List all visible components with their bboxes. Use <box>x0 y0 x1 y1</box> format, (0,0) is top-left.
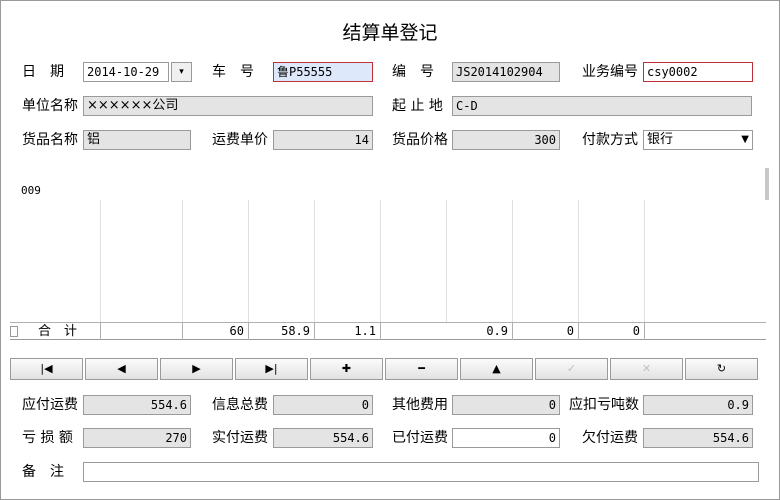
deduct-ton-label: 应扣亏吨数 <box>569 397 639 413</box>
first-record-button[interactable]: |◀ <box>10 358 83 380</box>
add-record-button[interactable]: ✚ <box>310 358 383 380</box>
goods-price-field[interactable]: 300 <box>452 130 560 150</box>
paid-freight-label: 已付运费 <box>392 430 448 446</box>
grid-column-divider <box>100 200 101 322</box>
goods-price-label: 货品价格 <box>392 132 448 148</box>
paid-freight-field[interactable]: 0 <box>452 428 560 448</box>
date-label: 日 期 <box>22 64 64 80</box>
route-label: 起 止 地 <box>392 98 443 114</box>
other-fee-label: 其他费用 <box>392 397 448 413</box>
total-cell: 0 <box>566 324 574 338</box>
chevron-down-icon: ▾ <box>179 67 184 77</box>
refresh-button[interactable]: ↻ <box>685 358 758 380</box>
last-icon: ▶| <box>265 362 278 375</box>
grid-total-row: 合 计 60 58.9 1.1 0.9 0 0 <box>10 322 766 340</box>
total-cell: 60 <box>229 324 244 338</box>
chevron-down-icon: ▼ <box>741 134 749 145</box>
prev-record-button[interactable]: ◀ <box>85 358 158 380</box>
date-field[interactable]: 2014-10-29 <box>83 62 169 82</box>
grid-column-divider <box>512 200 513 322</box>
route-field[interactable]: C-D <box>452 96 752 116</box>
freight-unit-price-label: 运费单价 <box>212 132 268 148</box>
grid-column-divider <box>182 200 183 322</box>
check-icon: ✓ <box>566 362 577 375</box>
loss-amount-field[interactable]: 270 <box>83 428 191 448</box>
grid-column-divider <box>446 200 447 322</box>
car-label: 车 号 <box>212 64 254 80</box>
total-cell: 58.9 <box>281 324 310 338</box>
grid-column-divider <box>644 200 645 322</box>
plus-icon: ✚ <box>341 362 352 375</box>
other-fee-field[interactable]: 0 <box>452 395 560 415</box>
payable-freight-label: 应付运费 <box>22 397 78 413</box>
form-title: 结算单登记 <box>342 22 438 44</box>
business-number-label: 业务编号 <box>582 64 638 80</box>
grid-scrollbar[interactable] <box>765 168 769 200</box>
first-icon: |◀ <box>40 362 53 375</box>
payment-method-label: 付款方式 <box>582 132 638 148</box>
goods-name-label: 货品名称 <box>22 132 78 148</box>
refresh-icon: ↻ <box>716 362 727 375</box>
unit-name-label: 单位名称 <box>22 98 78 114</box>
payment-method-value: 银行 <box>647 132 674 147</box>
grid-column-divider <box>248 200 249 322</box>
loss-amount-label: 亏 损 额 <box>22 430 73 446</box>
total-cell: 0.9 <box>486 324 508 338</box>
cancel-button[interactable]: ✕ <box>610 358 683 380</box>
info-fee-field[interactable]: 0 <box>273 395 373 415</box>
row-selector[interactable] <box>10 326 18 337</box>
grid-column-divider <box>380 200 381 322</box>
confirm-button[interactable]: ✓ <box>535 358 608 380</box>
total-cell: 1.1 <box>354 324 376 338</box>
grid-header-text: 009 <box>21 184 41 197</box>
payable-freight-field[interactable]: 554.6 <box>83 395 191 415</box>
unit-name-field[interactable]: ××××××公司 <box>83 96 373 116</box>
goods-name-field[interactable]: 铝 <box>83 130 191 150</box>
owed-freight-field[interactable]: 554.6 <box>643 428 753 448</box>
owed-freight-label: 欠付运费 <box>582 430 638 446</box>
minus-icon: ━ <box>418 362 425 375</box>
last-record-button[interactable]: ▶| <box>235 358 308 380</box>
edit-record-button[interactable]: ▲ <box>460 358 533 380</box>
next-icon: ▶ <box>192 362 201 375</box>
remark-field[interactable] <box>83 462 759 482</box>
deduct-ton-field[interactable]: 0.9 <box>643 395 753 415</box>
total-label: 合 计 <box>38 324 78 339</box>
up-triangle-icon: ▲ <box>492 362 501 375</box>
date-dropdown-button[interactable]: ▾ <box>171 62 192 82</box>
next-record-button[interactable]: ▶ <box>160 358 233 380</box>
detail-grid[interactable]: 009 合 计 60 58.9 1.1 0.9 0 0 <box>10 172 766 340</box>
business-number-field[interactable]: csy0002 <box>643 62 753 82</box>
remark-label: 备 注 <box>22 464 64 480</box>
cross-icon: ✕ <box>641 362 652 375</box>
prev-icon: ◀ <box>117 362 126 375</box>
delete-record-button[interactable]: ━ <box>385 358 458 380</box>
total-cell: 0 <box>632 324 640 338</box>
code-field[interactable]: JS2014102904 <box>452 62 560 82</box>
info-fee-label: 信息总费 <box>212 397 268 413</box>
freight-unit-price-field[interactable]: 14 <box>273 130 373 150</box>
grid-column-divider <box>578 200 579 322</box>
payment-method-select[interactable]: 银行 ▼ <box>643 130 753 150</box>
code-label: 编 号 <box>392 64 434 80</box>
actual-freight-label: 实付运费 <box>212 430 268 446</box>
car-number-field[interactable]: 鲁P55555 <box>273 62 373 82</box>
grid-column-divider <box>314 200 315 322</box>
actual-freight-field[interactable]: 554.6 <box>273 428 373 448</box>
